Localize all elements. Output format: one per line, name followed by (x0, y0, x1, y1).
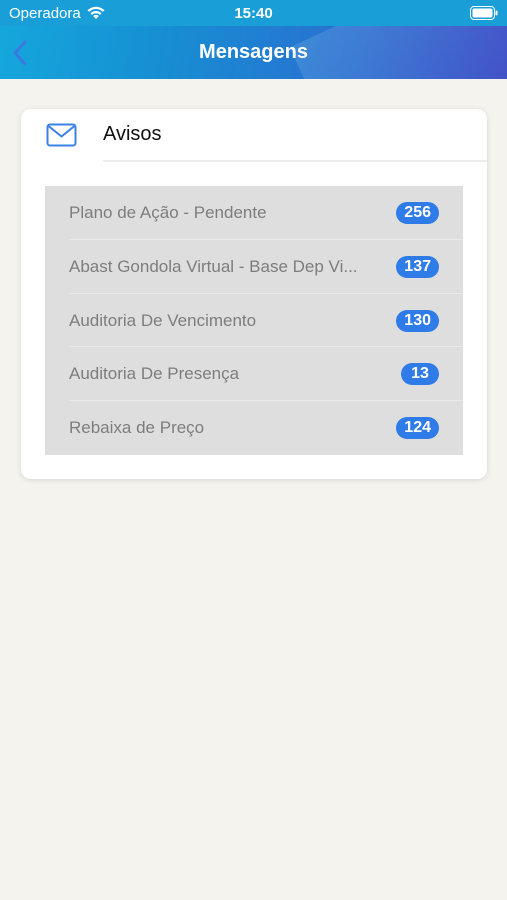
card-title: Avisos (103, 123, 162, 145)
notice-list: Plano de Ação - Pendente 256 Abast Gondo… (45, 186, 463, 455)
count-badge: 13 (401, 363, 439, 386)
status-time: 15:40 (234, 5, 273, 22)
list-item[interactable]: Plano de Ação - Pendente 256 (69, 186, 463, 240)
list-item[interactable]: Abast Gondola Virtual - Base Dep Vi... 1… (69, 240, 463, 294)
list-item[interactable]: Auditoria De Vencimento 130 (69, 294, 463, 348)
list-item-label: Abast Gondola Virtual - Base Dep Vi... (69, 256, 358, 276)
list-item-label: Rebaixa de Preço (69, 418, 205, 438)
list-item[interactable]: Auditoria De Presença 13 (69, 347, 463, 402)
status-bar: Operadora 15:40 (0, 0, 507, 26)
list-item-label: Auditoria De Vencimento (69, 310, 257, 330)
page-title: Mensagens (199, 41, 308, 63)
list-item-label: Plano de Ação - Pendente (69, 203, 267, 222)
count-badge: 137 (396, 255, 439, 278)
count-badge: 130 (396, 309, 439, 332)
nav-bar: Mensagens (0, 26, 507, 79)
avisos-card: Avisos Plano de Ação - Pendente 256 Abas… (21, 109, 487, 479)
mail-icon (46, 123, 77, 147)
battery-icon (470, 6, 498, 20)
list-item-label: Auditoria De Presença (69, 364, 240, 384)
count-badge: 124 (396, 417, 439, 440)
divider (103, 160, 487, 162)
list-item[interactable]: Rebaixa de Preço 124 (69, 401, 463, 455)
count-badge: 256 (396, 202, 439, 224)
